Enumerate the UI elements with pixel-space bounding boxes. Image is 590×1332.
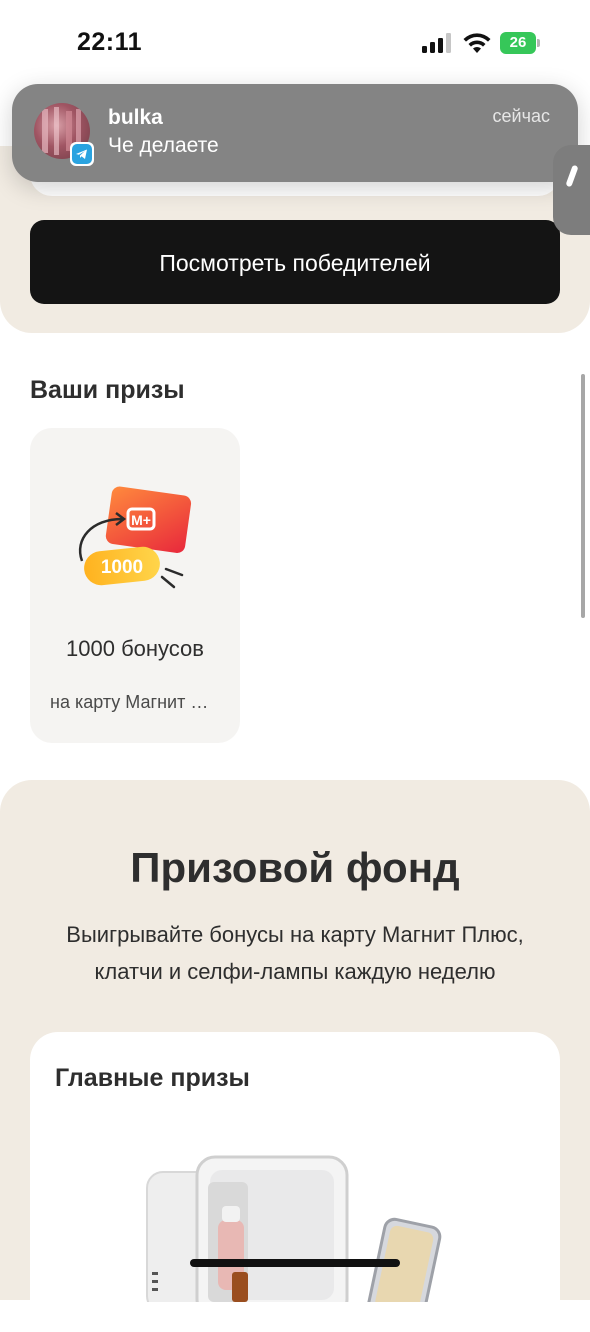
bonus-card-logo: М+ (131, 512, 151, 528)
notification-time: сейчас (492, 106, 550, 126)
notification-sender: bulka (108, 106, 163, 129)
battery-indicator: 26 (500, 32, 540, 54)
prize-fund-title: Призовой фонд (130, 844, 460, 891)
side-tab-mark (565, 164, 579, 188)
bonus-card-icon: М+ 1000 (79, 486, 192, 589)
mini-fridge-image-icon (146, 1155, 442, 1302)
notification-banner[interactable]: bulka Че делаете сейчас (12, 84, 578, 182)
prize-fund-description: Выигрывайте бонусы на карту Магнит Плюс,… (66, 922, 524, 984)
prize-card[interactable]: М+ 1000 1000 бонусов на карту Магнит Плю… (30, 428, 240, 743)
prize-subtitle: на карту Магнит Плюс (50, 692, 220, 712)
telegram-icon (70, 142, 94, 166)
view-winners-button[interactable]: Посмотреть победителей (30, 220, 560, 304)
bonus-amount-badge: 1000 (101, 557, 143, 578)
status-bar: 22:11 26 (0, 0, 590, 84)
wifi-icon (463, 33, 491, 53)
home-indicator[interactable] (190, 1259, 400, 1267)
battery-cap (537, 39, 540, 47)
prize-name: 1000 бонусов (66, 636, 204, 661)
battery-level: 26 (500, 32, 536, 54)
main-prizes-card[interactable]: Главные призы (30, 1032, 560, 1332)
your-prizes-title: Ваши призы (30, 376, 185, 404)
status-time: 22:11 (77, 28, 143, 56)
notification-message: Че делаете (108, 134, 219, 157)
cellular-signal-icon (422, 33, 451, 53)
side-edge-tab[interactable] (553, 145, 590, 235)
prize-fund-section: Призовой фонд Выигрывайте бонусы на карт… (0, 780, 590, 1332)
scrollbar[interactable] (581, 374, 585, 618)
main-prizes-title: Главные призы (55, 1064, 250, 1092)
